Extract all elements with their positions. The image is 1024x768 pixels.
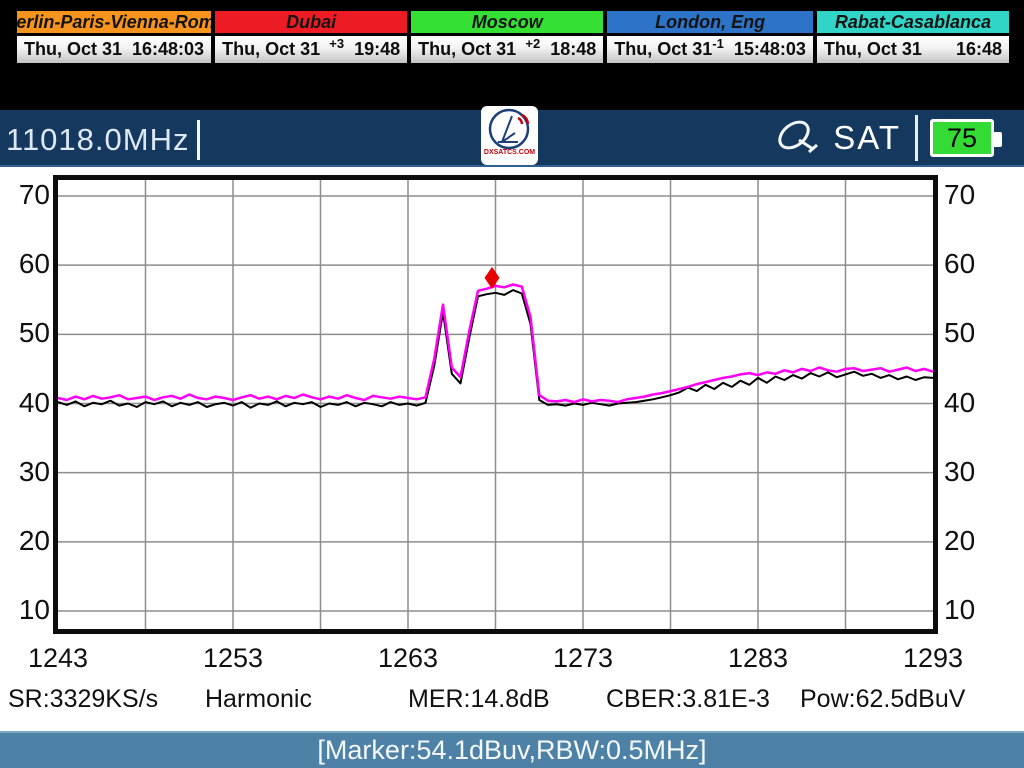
y-tick-label: 20 [4,525,50,557]
x-tick-label: 1253 [193,643,273,674]
y-axis-labels-left: 70 60 50 40 30 20 10 [4,167,50,647]
clock-utc-offset: +3 [329,36,344,51]
x-axis-labels: 1243 1253 1263 1273 1283 1293 [0,643,1024,675]
status-power: Pow:62.5dBuV [800,685,965,714]
y-tick-label: 50 [944,317,990,349]
y-tick-label: 40 [944,387,990,419]
dxsatcs-logo-art [484,106,536,152]
y-tick-label: 70 [944,179,990,211]
frequency-input[interactable]: 11018.0MHz [6,120,200,160]
y-tick-label: 10 [944,594,990,626]
clock-datetime-berlin: Thu, Oct 31 16:48:03 [15,35,213,65]
y-tick-label: 10 [4,594,50,626]
y-tick-label: 30 [4,456,50,488]
x-tick-label: 1263 [368,643,448,674]
header-bar: 11018.0MHz DXSATCS.COM SAT 75 [0,110,1024,167]
world-clock-strip: Berlin-Paris-Vienna-Roma Dubai Moscow Lo… [14,8,1012,66]
status-symbol-rate: SR:3329KS/s [8,685,158,714]
clock-time: 15:48:03 [734,39,806,60]
y-axis-labels-right: 70 60 50 40 30 20 10 [944,167,990,647]
clock-time: 19:48 [354,39,400,60]
clock-city-moscow: Moscow [409,9,605,35]
clock-datetime-moscow: Thu, Oct 31 +2 18:48 [409,35,605,65]
marker-info-bar: [Marker:54.1dBuv,RBW:0.5MHz] [0,731,1024,768]
clock-city-london: London, Eng [605,9,815,35]
x-tick-label: 1243 [18,643,98,674]
status-mode: Harmonic [205,685,312,714]
status-mer: MER:14.8dB [408,685,550,714]
y-tick-label: 20 [944,525,990,557]
status-cber: CBER:3.81E-3 [606,685,770,714]
clock-datetime-london: Thu, Oct 31 -1 15:48:03 [605,35,815,65]
satellite-dish-icon [773,114,823,162]
x-tick-label: 1273 [543,643,623,674]
sat-mode-button[interactable]: SAT [833,119,901,157]
battery-icon: 75 [930,119,994,157]
y-tick-label: 70 [4,179,50,211]
battery-nub [994,132,1002,147]
x-tick-label: 1293 [893,643,973,674]
marker-info-text: [Marker:54.1dBuv,RBW:0.5MHz] [317,735,706,766]
clock-date: Thu, Oct 31 [418,39,525,60]
clock-utc-offset: -1 [712,36,724,51]
spectrum-plot [53,175,939,635]
clock-time: 16:48:03 [132,39,204,60]
spectrum-analyzer-screen: Berlin-Paris-Vienna-Roma Dubai Moscow Lo… [0,0,1024,768]
clock-utc-offset: +2 [525,36,540,51]
dxsatcs-logo: DXSATCS.COM [481,106,538,165]
y-tick-label: 60 [4,248,50,280]
y-tick-label: 40 [4,387,50,419]
header-divider [915,115,918,161]
x-tick-label: 1283 [718,643,798,674]
status-row: SR:3329KS/s Harmonic MER:14.8dB CBER:3.8… [0,685,1024,715]
clock-date: Thu, Oct 31 [614,39,712,60]
clock-datetime-rabat: Thu, Oct 31 16:48 [815,35,1011,65]
frequency-value: 11018.0MHz [6,122,189,158]
battery-level: 75 [947,123,977,154]
y-tick-label: 50 [4,317,50,349]
clock-time: 18:48 [550,39,596,60]
text-cursor [197,120,200,160]
clock-datetime-dubai: Thu, Oct 31 +3 19:48 [213,35,409,65]
dxsatcs-logo-text: DXSATCS.COM [484,149,535,156]
clock-date: Thu, Oct 31 [222,39,329,60]
sat-status-group: SAT 75 [773,114,994,162]
y-tick-label: 30 [944,456,990,488]
spectrum-panel: 70605040302010 70605040302010 1243125312… [0,167,1024,731]
clock-city-rabat: Rabat-Casablanca [815,9,1011,35]
clock-city-berlin: Berlin-Paris-Vienna-Roma [15,9,213,35]
clock-city-dubai: Dubai [213,9,409,35]
clock-date: Thu, Oct 31 [24,39,122,60]
clock-time: 16:48 [956,39,1002,60]
y-tick-label: 60 [944,248,990,280]
clock-date: Thu, Oct 31 [824,39,946,60]
